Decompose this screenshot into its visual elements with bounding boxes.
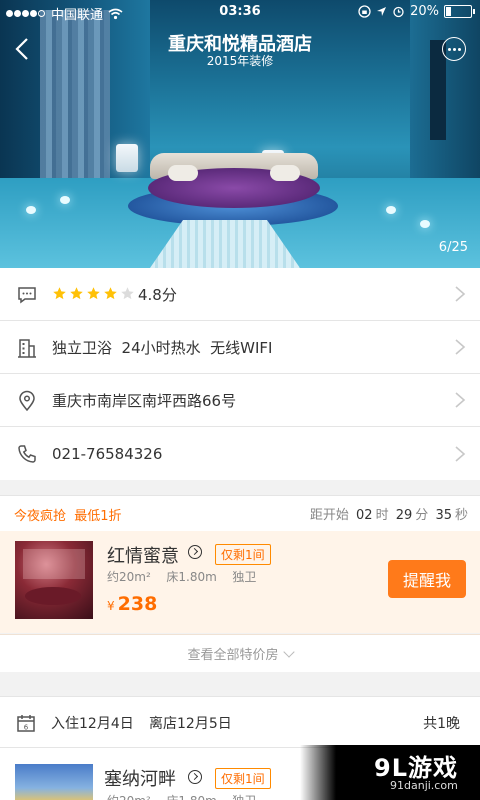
countdown-prefix: 距开始 xyxy=(309,508,349,523)
star-filled-icon xyxy=(87,287,100,300)
address-text: 重庆市南岸区南坪西路66号 xyxy=(52,391,237,410)
renovation-year: 2015年装修 xyxy=(206,54,274,68)
phone-row[interactable]: 021-76584326 xyxy=(0,427,480,480)
battery-level xyxy=(446,7,451,16)
currency-symbol: ¥ xyxy=(107,599,115,613)
rooms-left-badge: 仅剩1间 xyxy=(215,544,271,565)
comment-icon xyxy=(18,287,36,304)
location-arrow-icon xyxy=(377,7,387,16)
rotation-lock-icon xyxy=(358,5,371,18)
nights-count: 共1晚 xyxy=(423,716,460,732)
address-row[interactable]: 重庆市南岸区南坪西路66号 xyxy=(0,374,480,427)
status-bar: 中国联通 03:36 20% xyxy=(0,0,480,24)
hotel-info-list: 4.8分 独立卫浴 24小时热水 无线WIFI 重庆市南岸区南坪西路66号 02… xyxy=(0,268,480,480)
countdown-hours-unit: 时 xyxy=(375,508,389,523)
flash-sale-label: 今夜疯抢 最低1折 xyxy=(14,509,122,524)
deal-room-card[interactable]: 红情蜜意 仅剩1间 约20m² 床1.80m 独卫 ¥238 提醒我 xyxy=(0,531,480,633)
room-thumbnail[interactable] xyxy=(15,541,93,619)
remind-me-button[interactable]: 提醒我 xyxy=(388,560,466,598)
battery-icon xyxy=(444,5,475,18)
facilities-row[interactable]: 独立卫浴 24小时热水 无线WIFI xyxy=(0,321,480,374)
calendar-icon: 6 xyxy=(17,715,35,732)
hotel-photo-gallery[interactable]: 中国联通 03:36 20% 重庆和悦精品酒店 2015年装修 6/25 xyxy=(0,0,480,268)
site-watermark: 9L游戏 91danji.com xyxy=(300,745,480,800)
price-value: 238 xyxy=(117,593,158,615)
countdown-minutes: 29 xyxy=(395,508,413,523)
photo-pillow xyxy=(270,165,300,181)
room-specs: 约20m² 床1.80m 独卫 xyxy=(107,792,256,800)
photo-lamp-left xyxy=(116,144,138,172)
flash-sale-header: 今夜疯抢 最低1折 距开始 02 时 29 分 35 秒 xyxy=(0,495,480,531)
photo-floor-light xyxy=(60,196,70,204)
room-detail-icon[interactable] xyxy=(188,770,202,784)
watermark-logo: 9L游戏 xyxy=(374,754,458,782)
thumbnail-headboard xyxy=(23,549,85,579)
countdown-seconds: 35 xyxy=(435,508,452,523)
location-pin-icon xyxy=(19,390,35,412)
room-price: ¥238 xyxy=(107,593,157,615)
thumbnail-bed xyxy=(25,587,81,605)
phone-number: 021-76584326 xyxy=(52,444,163,463)
rooms-left-badge: 仅剩1间 xyxy=(215,768,271,789)
rating-score: 4.8分 xyxy=(138,285,177,304)
countdown-hours: 02 xyxy=(356,508,373,523)
battery-percent: 20% xyxy=(410,4,439,19)
more-options-icon[interactable] xyxy=(442,37,466,61)
see-all-label: 查看全部特价房 xyxy=(187,648,279,663)
see-all-deals-link[interactable]: 查看全部特价房 xyxy=(0,634,480,672)
room-thumbnail[interactable] xyxy=(15,764,93,800)
star-filled-icon xyxy=(53,287,66,300)
photo-counter: 6/25 xyxy=(438,240,468,255)
building-icon xyxy=(18,339,36,358)
chevron-right-icon xyxy=(455,445,466,462)
room-name[interactable]: 塞纳河畔 xyxy=(104,765,176,791)
countdown-minutes-unit: 分 xyxy=(415,508,429,523)
phone-icon xyxy=(18,445,36,463)
reviews-row[interactable]: 4.8分 xyxy=(0,268,480,321)
chevron-right-icon xyxy=(455,286,466,302)
star-filled-icon xyxy=(70,287,83,300)
room-specs: 约20m² 床1.80m 独卫 xyxy=(107,570,257,584)
photo-floor-light xyxy=(420,220,430,228)
star-empty-icon xyxy=(121,287,134,300)
room-detail-icon[interactable] xyxy=(188,545,202,559)
photo-pillow xyxy=(168,165,198,181)
photo-floor-light xyxy=(26,206,36,214)
facilities-text: 独立卫浴 24小时热水 无线WIFI xyxy=(52,338,273,357)
checkin-date: 入住12月4日 xyxy=(51,716,134,732)
chevron-right-icon xyxy=(455,392,466,408)
rating-stars xyxy=(52,286,135,301)
date-selector[interactable]: 6 入住12月4日 离店12月5日 共1晚 xyxy=(0,696,480,748)
svg-text:6: 6 xyxy=(24,723,29,731)
chevron-right-icon xyxy=(455,339,466,355)
room-name[interactable]: 红情蜜意 xyxy=(107,542,179,568)
watermark-url: 91danji.com xyxy=(390,779,458,792)
photo-floor-light xyxy=(386,206,396,214)
star-filled-icon xyxy=(104,287,117,300)
checkout-date: 离店12月5日 xyxy=(149,716,232,732)
chevron-down-icon xyxy=(282,645,295,658)
countdown-seconds-unit: 秒 xyxy=(454,508,468,523)
countdown: 距开始 02 时 29 分 35 秒 xyxy=(310,504,468,523)
alarm-icon xyxy=(393,6,404,18)
